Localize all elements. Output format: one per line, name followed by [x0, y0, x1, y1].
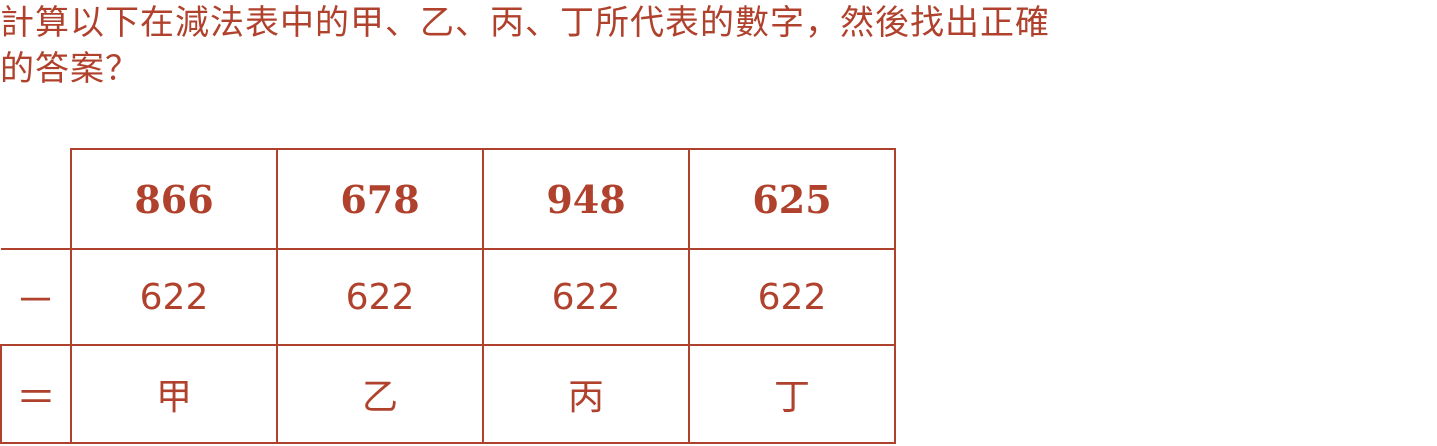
result-row: ＝ 甲 乙 丙 丁	[0, 344, 896, 444]
question-line-1: 計算以下在減法表中的甲、乙、丙、丁所代表的數字，然後找出正確	[0, 3, 1050, 43]
subtrahend-cell-3: 622	[482, 248, 690, 346]
minuend-cell-1: 866	[70, 148, 278, 250]
subtrahend-cell-4: 622	[688, 248, 896, 346]
question-text: 計算以下在減法表中的甲、乙、丙、丁所代表的數字，然後找出正確 的答案？	[0, 0, 1437, 92]
unknown-cell-bing: 丙	[482, 344, 690, 444]
subtraction-table: 866 678 948 625 － 622 622 622 622 ＝ 甲 乙 …	[0, 148, 896, 444]
unknown-cell-yi: 乙	[276, 344, 484, 444]
minus-sign: －	[1, 248, 72, 346]
unknown-cell-ding: 丁	[688, 344, 896, 444]
equals-sign: ＝	[0, 344, 72, 444]
subtrahend-cell-1: 622	[70, 248, 278, 346]
subtrahend-cell-2: 622	[276, 248, 484, 346]
minuend-cell-2: 678	[276, 148, 484, 250]
empty-corner-cell	[1, 149, 72, 250]
question-line-2: 的答案？	[0, 49, 140, 89]
minuend-row: 866 678 948 625	[1, 148, 896, 250]
minuend-cell-3: 948	[482, 148, 690, 250]
subtrahend-row: － 622 622 622 622	[1, 248, 896, 346]
unknown-cell-jia: 甲	[70, 344, 278, 444]
minuend-cell-4: 625	[688, 148, 896, 250]
